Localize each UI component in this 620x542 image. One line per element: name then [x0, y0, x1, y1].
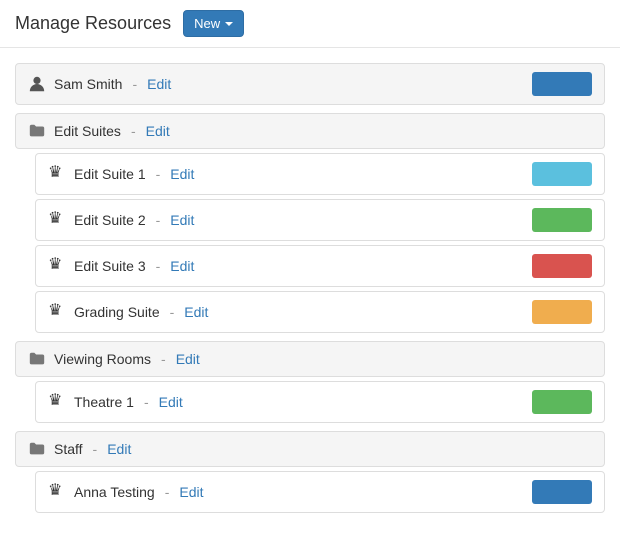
- resource-icon: ♛: [48, 483, 66, 501]
- separator: -: [156, 258, 161, 274]
- new-button-caret-icon: [225, 22, 233, 26]
- group-section-edit-suites: Edit Suites - Edit ♛ Edit Suite 1 - Edit ♛ E…: [15, 113, 605, 333]
- resource-icon: ♛: [48, 257, 66, 275]
- user-icon: [28, 75, 46, 93]
- item-edit-link[interactable]: Edit: [159, 394, 183, 410]
- item-color-swatch: [532, 254, 592, 278]
- item-color-swatch: [532, 480, 592, 504]
- item-name: Edit Suite 1: [74, 166, 146, 182]
- item-edit-link[interactable]: Edit: [170, 258, 194, 274]
- group-items-staff: ♛ Anna Testing - Edit: [15, 471, 605, 513]
- page-header: Manage Resources New: [0, 0, 620, 48]
- item-edit-link[interactable]: Edit: [170, 166, 194, 182]
- separator: -: [144, 394, 149, 410]
- folder-icon: [28, 440, 46, 458]
- item-edit-link[interactable]: Edit: [184, 304, 208, 320]
- separator: -: [131, 123, 136, 139]
- person-row-sam-smith: Sam Smith - Edit: [15, 63, 605, 105]
- group-edit-link[interactable]: Edit: [176, 351, 200, 367]
- item-edit-link[interactable]: Edit: [170, 212, 194, 228]
- separator: -: [170, 304, 175, 320]
- group-section-viewing-rooms: Viewing Rooms - Edit ♛ Theatre 1 - Edit: [15, 341, 605, 423]
- page-title: Manage Resources: [15, 13, 171, 34]
- item-name: Anna Testing: [74, 484, 155, 500]
- separator: -: [161, 351, 166, 367]
- person-name: Sam Smith: [54, 76, 122, 92]
- item-row: ♛ Grading Suite - Edit: [35, 291, 605, 333]
- group-items-edit-suites: ♛ Edit Suite 1 - Edit ♛ Edit Suite 2 - Edit…: [15, 153, 605, 333]
- group-edit-link[interactable]: Edit: [146, 123, 170, 139]
- groups-container: Edit Suites - Edit ♛ Edit Suite 1 - Edit ♛ E…: [15, 113, 605, 513]
- group-header-staff: Staff - Edit: [15, 431, 605, 467]
- separator: -: [93, 441, 98, 457]
- separator: -: [165, 484, 170, 500]
- new-button[interactable]: New: [183, 10, 244, 37]
- group-name: Edit Suites: [54, 123, 121, 139]
- separator: -: [132, 76, 137, 92]
- item-name: Edit Suite 3: [74, 258, 146, 274]
- group-header-viewing-rooms: Viewing Rooms - Edit: [15, 341, 605, 377]
- separator: -: [156, 166, 161, 182]
- resource-icon: ♛: [48, 211, 66, 229]
- item-edit-link[interactable]: Edit: [179, 484, 203, 500]
- folder-icon: [28, 122, 46, 140]
- new-button-label: New: [194, 16, 220, 31]
- folder-icon: [28, 350, 46, 368]
- person-edit-link[interactable]: Edit: [147, 76, 171, 92]
- item-name: Edit Suite 2: [74, 212, 146, 228]
- item-row: ♛ Anna Testing - Edit: [35, 471, 605, 513]
- item-color-swatch: [532, 208, 592, 232]
- person-color-swatch: [532, 72, 592, 96]
- group-edit-link[interactable]: Edit: [107, 441, 131, 457]
- group-header-edit-suites: Edit Suites - Edit: [15, 113, 605, 149]
- resource-icon: ♛: [48, 165, 66, 183]
- resources-list: Sam Smith - Edit Edit Suites - Edit♛Edit…: [0, 48, 620, 536]
- person-row-left: Sam Smith - Edit: [28, 75, 171, 93]
- item-color-swatch: [532, 162, 592, 186]
- group-name: Staff: [54, 441, 83, 457]
- group-name: Viewing Rooms: [54, 351, 151, 367]
- item-name: Theatre 1: [74, 394, 134, 410]
- item-row: ♛ Edit Suite 2 - Edit: [35, 199, 605, 241]
- item-row: ♛ Edit Suite 1 - Edit: [35, 153, 605, 195]
- resource-icon: ♛: [48, 393, 66, 411]
- item-color-swatch: [532, 300, 592, 324]
- item-row: ♛ Theatre 1 - Edit: [35, 381, 605, 423]
- item-color-swatch: [532, 390, 592, 414]
- separator: -: [156, 212, 161, 228]
- item-row: ♛ Edit Suite 3 - Edit: [35, 245, 605, 287]
- resource-icon: ♛: [48, 303, 66, 321]
- group-section-staff: Staff - Edit ♛ Anna Testing - Edit: [15, 431, 605, 513]
- item-name: Grading Suite: [74, 304, 160, 320]
- group-items-viewing-rooms: ♛ Theatre 1 - Edit: [15, 381, 605, 423]
